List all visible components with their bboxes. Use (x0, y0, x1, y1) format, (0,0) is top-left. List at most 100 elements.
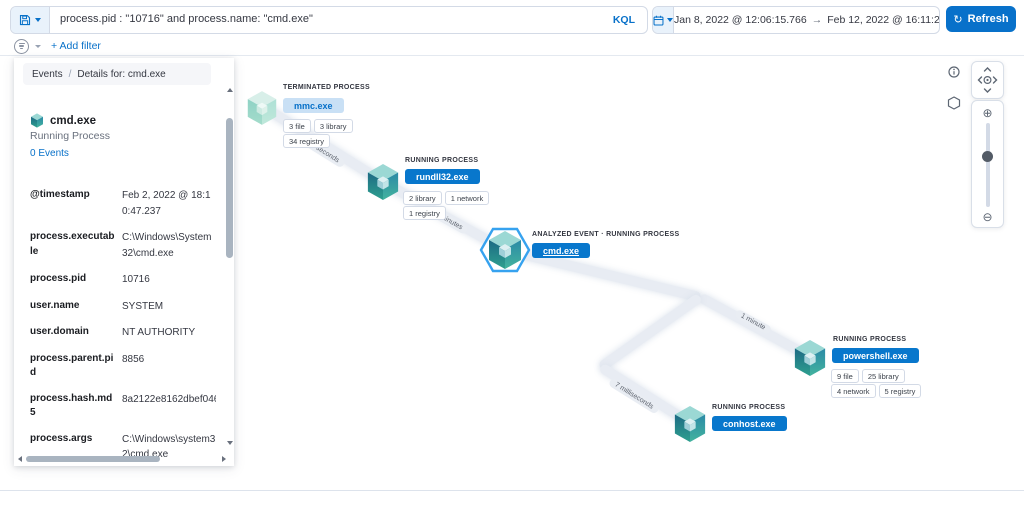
zoom-in-button[interactable]: ⊕ (972, 107, 1003, 119)
horizontal-scrollbar (16, 456, 222, 462)
node-name-pill-mmc[interactable]: mmc.exe (283, 98, 344, 113)
pan-right-button[interactable] (994, 77, 997, 83)
field-row: process.executable C:\Windows\System32\c… (30, 230, 216, 261)
node-name-pill-conhost[interactable]: conhost.exe (712, 416, 787, 431)
node-state-label: TERMINATED PROCESS (283, 84, 370, 91)
panel-process-state: Running Process (30, 130, 110, 142)
center-on-node-button[interactable] (984, 77, 991, 84)
process-node-rundll32[interactable] (366, 163, 400, 206)
event-count-badge[interactable]: 5 registry (879, 384, 922, 398)
field-term: user.name (30, 299, 116, 315)
pan-down-button[interactable] (985, 89, 991, 92)
breadcrumb-events-link[interactable]: Events (32, 69, 63, 80)
refresh-icon: ↻ (953, 13, 962, 26)
breadcrumb: Events / Details for: cmd.exe (23, 63, 211, 85)
date-picker: Jan 8, 2022 @ 12:06:15.766 → Feb 12, 202… (652, 6, 940, 34)
event-count-badge[interactable]: 2 library (403, 191, 442, 205)
process-node-cmd-selected[interactable] (478, 222, 532, 283)
date-quick-menu-button[interactable] (653, 7, 674, 33)
top-separator (0, 55, 1024, 56)
horizontal-scrollbar-thumb[interactable] (26, 456, 160, 462)
date-range-arrow: → (812, 14, 823, 26)
saved-query-icon (19, 14, 31, 26)
node-name-pill-powershell[interactable]: powershell.exe (832, 348, 919, 363)
analyzed-event-hexagon-icon (478, 222, 532, 278)
field-value: 10716 (122, 272, 216, 288)
scrollbar-up-arrow[interactable] (227, 88, 233, 92)
query-language-button[interactable]: KQL (601, 14, 647, 26)
schema-hexagon-button[interactable] (947, 96, 961, 110)
event-count-badge[interactable]: 9 file (831, 369, 859, 383)
field-row: process.parent.pid 8856 (30, 352, 216, 381)
field-value: 8856 (122, 352, 216, 381)
field-value: SYSTEM (122, 299, 216, 315)
date-range-end[interactable]: Feb 12, 2022 @ 16:11:28.503 (827, 14, 940, 26)
field-value: 8a2122e8162dbef04694 (122, 392, 216, 421)
saved-query-menu-button[interactable] (11, 7, 50, 33)
filter-bar: + Add filter (14, 38, 101, 54)
process-node-conhost[interactable] (673, 405, 707, 448)
node-state-label: RUNNING PROCESS (405, 157, 478, 164)
node-state-label: RUNNING PROCESS (712, 404, 785, 411)
field-row: user.name SYSTEM (30, 299, 216, 315)
event-count-badge[interactable]: 1 network (445, 191, 490, 205)
process-node-powershell[interactable] (793, 339, 827, 382)
add-filter-link[interactable]: + Add filter (51, 40, 101, 52)
chevron-down-icon (667, 18, 673, 22)
event-count-badge[interactable]: 3 file (283, 119, 311, 133)
vertical-scrollbar (226, 84, 233, 452)
events-count-link[interactable]: 0 Events (30, 148, 69, 159)
field-value: C:\Windows\System32\cmd.exe (122, 230, 216, 261)
query-input[interactable]: process.pid : "10716" and process.name: … (50, 7, 601, 33)
running-process-cube-icon (793, 339, 827, 377)
scrollbar-right-arrow[interactable] (222, 456, 226, 462)
pan-up-button[interactable] (985, 68, 991, 71)
node-name-pill-rundll32[interactable]: rundll32.exe (405, 169, 480, 184)
refresh-label: Refresh (968, 13, 1009, 25)
pan-left-button[interactable] (979, 77, 982, 83)
running-process-cube-icon (673, 405, 707, 443)
event-count-badge[interactable]: 1 registry (403, 206, 446, 220)
field-term: process.parent.pid (30, 352, 116, 381)
vertical-scrollbar-thumb[interactable] (226, 118, 233, 258)
field-term: user.domain (30, 325, 116, 341)
event-count-badge[interactable]: 34 registry (283, 134, 330, 148)
pan-controls (971, 61, 1004, 99)
field-value: Feb 2, 2022 @ 18:10:47.237 (122, 188, 216, 219)
field-row: process.pid 10716 (30, 272, 216, 288)
process-cube-icon (30, 113, 44, 128)
field-row: process.hash.md5 8a2122e8162dbef04694 (30, 392, 216, 421)
node-state-label: RUNNING PROCESS (833, 336, 906, 343)
node-detail-panel: Events / Details for: cmd.exe cmd.exe Ru… (14, 58, 234, 466)
event-count-badge[interactable]: 25 library (862, 369, 905, 383)
scrollbar-left-arrow[interactable] (18, 456, 22, 462)
panel-process-title: cmd.exe (50, 115, 96, 127)
query-bar: process.pid : "10716" and process.name: … (10, 6, 648, 34)
field-row: @timestamp Feb 2, 2022 @ 18:10:47.237 (30, 188, 216, 219)
chevron-down-icon[interactable] (35, 45, 41, 48)
refresh-button[interactable]: ↻ Refresh (946, 6, 1016, 32)
breadcrumb-current: Details for: cmd.exe (77, 69, 165, 80)
scrollbar-down-arrow[interactable] (227, 441, 233, 445)
zoom-out-button[interactable]: ⊖ (972, 211, 1003, 223)
date-range-start[interactable]: Jan 8, 2022 @ 12:06:15.766 (674, 14, 807, 26)
calendar-icon (653, 15, 664, 26)
field-term: @timestamp (30, 188, 116, 219)
running-process-cube-icon (366, 163, 400, 201)
resolver-app: process.pid : "10716" and process.name: … (0, 0, 1024, 511)
node-name-pill-cmd[interactable]: cmd.exe (532, 243, 590, 258)
field-row: user.domain NT AUTHORITY (30, 325, 216, 341)
zoom-slider-thumb[interactable] (982, 151, 993, 162)
field-value: NT AUTHORITY (122, 325, 216, 341)
info-button[interactable] (948, 66, 960, 78)
edge-branch-down (598, 293, 703, 372)
zoom-controls: ⊕ ⊖ (971, 100, 1004, 228)
event-count-badge[interactable]: 4 network (831, 384, 876, 398)
field-term: process.hash.md5 (30, 392, 116, 421)
breadcrumb-separator: / (69, 69, 72, 80)
filter-settings-icon[interactable] (14, 39, 29, 54)
zoom-slider-track (986, 123, 990, 207)
process-node-mmc[interactable] (246, 90, 278, 131)
event-count-badge[interactable]: 3 library (314, 119, 353, 133)
process-field-list: @timestamp Feb 2, 2022 @ 18:10:47.237 pr… (30, 188, 216, 474)
